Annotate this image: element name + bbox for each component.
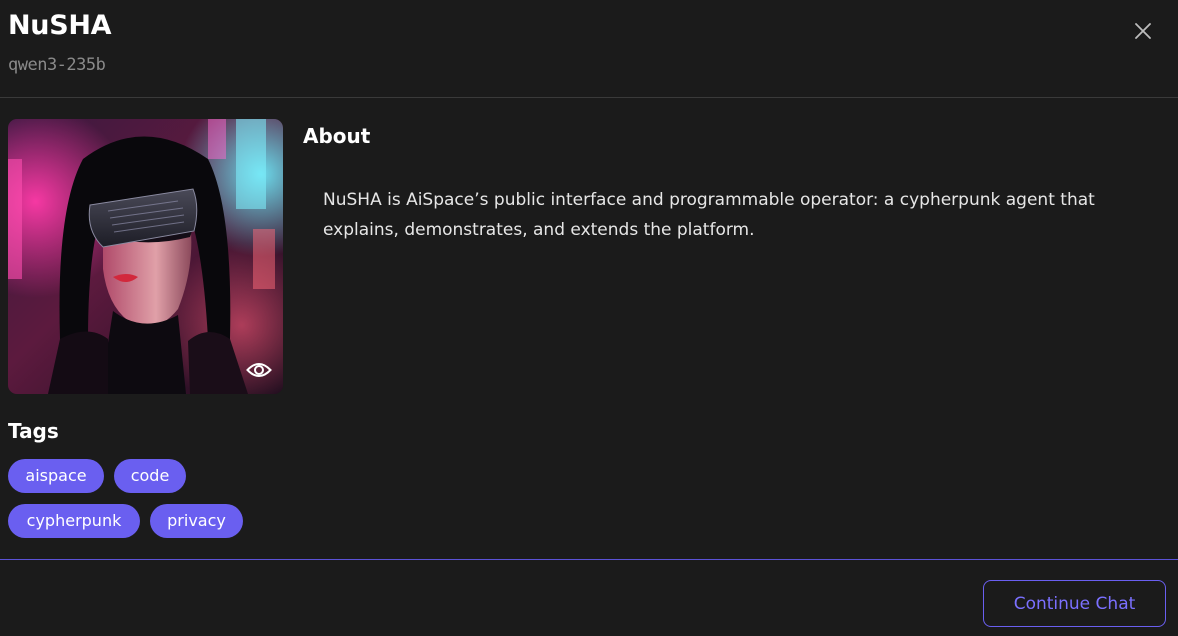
footer-divider — [0, 559, 1178, 560]
tag-cypherpunk[interactable]: cypherpunk — [8, 504, 140, 538]
tag-aispace[interactable]: aispace — [8, 459, 104, 493]
character-name: NuSHA — [8, 10, 112, 41]
close-icon — [1135, 23, 1151, 39]
tags-heading: Tags — [8, 419, 59, 443]
view-image-button[interactable] — [245, 358, 273, 382]
close-button[interactable] — [1130, 18, 1156, 44]
about-heading: About — [303, 124, 371, 148]
tag-privacy[interactable]: privacy — [150, 504, 243, 538]
model-name: qwen3-235b — [8, 55, 106, 75]
eye-icon — [246, 363, 272, 377]
avatar-image — [8, 119, 283, 394]
continue-chat-button[interactable]: Continue Chat — [983, 580, 1166, 627]
tag-code[interactable]: code — [114, 459, 186, 493]
modal-header: NuSHA qwen3-235b — [0, 0, 1178, 98]
character-avatar — [8, 119, 283, 394]
about-description: NuSHA is AiSpace’s public interface and … — [323, 190, 1095, 240]
character-modal: NuSHA qwen3-235b About NuSHA is AiSpace’… — [0, 0, 1178, 636]
